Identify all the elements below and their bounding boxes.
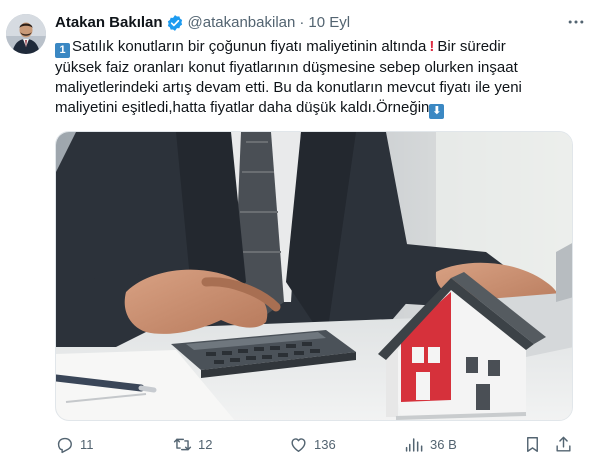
- avatar[interactable]: [6, 14, 46, 54]
- share-icon: [556, 436, 571, 452]
- keycap-one-icon: 1: [55, 43, 70, 58]
- views-count: 36 B: [430, 436, 457, 452]
- tweet-text-line: maliyetini eşitledi,hatta fiyatlar daha …: [55, 98, 585, 119]
- tweet-actions: 11 12 136 36 B: [55, 431, 575, 457]
- tweet-text: 1 Satılık konutların bir çoğunun fiyatı m…: [55, 37, 585, 119]
- retweet-button[interactable]: 12: [173, 431, 212, 457]
- down-arrow-icon: ⬇: [429, 104, 445, 119]
- verified-badge-icon: [166, 14, 184, 32]
- tweet-text-segment: maliyetini eşitledi,hatta fiyatlar daha …: [55, 99, 430, 116]
- reply-button[interactable]: 11: [55, 431, 94, 457]
- share-button[interactable]: [554, 431, 573, 457]
- like-count: 136: [314, 436, 336, 452]
- views-button[interactable]: 36 B: [405, 431, 457, 457]
- tweet-card[interactable]: Atakan Bakılan @atakanbakilan · 10 Eyl 1…: [0, 0, 601, 475]
- bookmark-button[interactable]: [523, 431, 542, 457]
- tweet-photo[interactable]: [55, 131, 573, 421]
- heart-icon: [291, 437, 306, 452]
- reply-count: 11: [80, 436, 94, 452]
- like-button[interactable]: 136: [289, 431, 336, 457]
- tweet-text-segment: Satılık konutların bir çoğunun fiyatı ma…: [72, 38, 427, 55]
- author-handle[interactable]: @atakanbakilan: [188, 13, 296, 33]
- bookmark-icon: [527, 436, 538, 452]
- tweet-header: Atakan Bakılan @atakanbakilan · 10 Eyl: [55, 13, 350, 33]
- meta-separator: ·: [299, 14, 305, 31]
- tweet-text-line: 1 Satılık konutların bir çoğunun fiyatı m…: [55, 37, 585, 58]
- views-chart-icon: [405, 437, 423, 452]
- tweet-text-segment: Bir süredir: [437, 38, 506, 55]
- tweet-date[interactable]: 10 Eyl: [308, 13, 350, 33]
- more-options-icon[interactable]: [565, 12, 587, 32]
- tweet-text-line: maliyetlerindeki artış devam etti. Bu da…: [55, 79, 522, 96]
- exclamation-icon: !: [429, 38, 435, 55]
- retweet-count: 12: [198, 436, 213, 452]
- author-name[interactable]: Atakan Bakılan: [55, 13, 163, 33]
- retweet-icon: [173, 438, 192, 450]
- tweet-text-line: yüksek faiz oranları konut fiyatlarının …: [55, 59, 518, 76]
- reply-icon: [57, 437, 72, 453]
